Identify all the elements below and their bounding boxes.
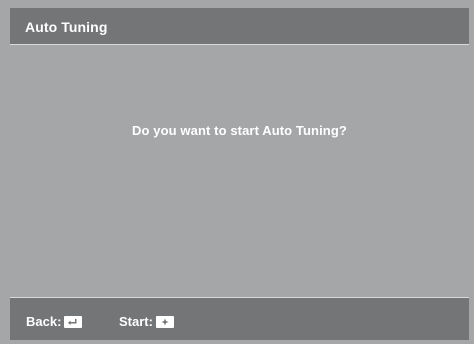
dialog-content: Do you want to start Auto Tuning? [10,45,469,297]
back-hint[interactable]: Back: [26,314,83,329]
title-bar: Auto Tuning [10,8,469,45]
screen-title: Auto Tuning [25,19,108,35]
confirmation-message: Do you want to start Auto Tuning? [132,123,347,138]
return-arrow-icon [64,315,83,328]
start-label: Start: [119,314,153,329]
footer-hints: Back: Start: [10,297,469,340]
enter-button-icon [155,315,174,328]
start-hint[interactable]: Start: [119,314,174,329]
back-label: Back: [26,314,62,329]
auto-tuning-screen: Auto Tuning Do you want to start Auto Tu… [0,0,474,344]
